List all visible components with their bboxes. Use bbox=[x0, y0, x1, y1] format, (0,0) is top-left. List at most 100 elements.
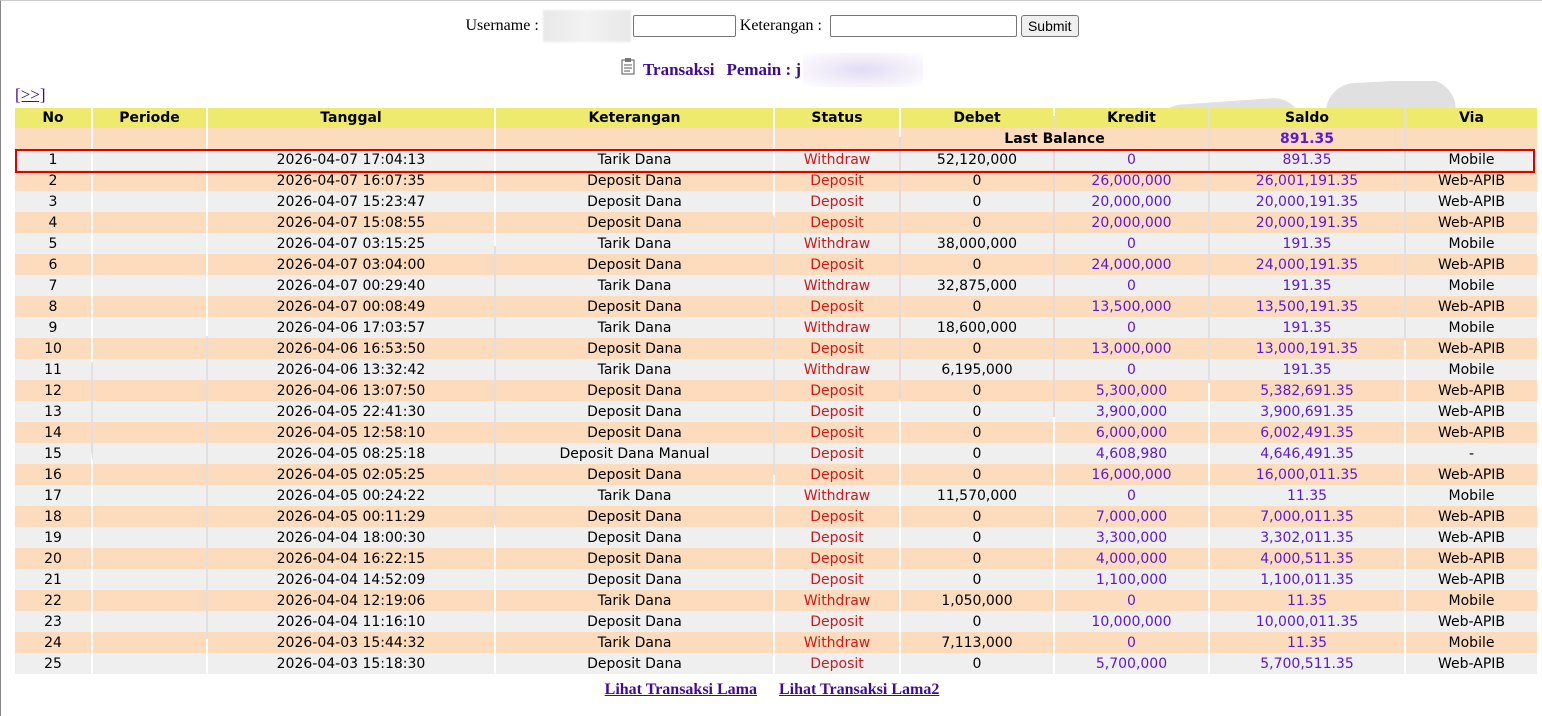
cell-kredit: 26,000,000 bbox=[1055, 170, 1208, 191]
table-row: 13 2026-04-05 22:41:30 Deposit Dana Deposit… bbox=[15, 401, 1537, 422]
cell-saldo: 891.35 bbox=[1210, 149, 1404, 170]
clipboard-icon bbox=[621, 58, 635, 75]
table-row: 2 2026-04-07 16:07:35 Deposit Dana Deposit 0… bbox=[15, 170, 1537, 191]
cell-periode bbox=[93, 506, 206, 527]
keterangan-input[interactable] bbox=[829, 15, 1017, 37]
cell-tanggal: 2026-04-05 12:58:10 bbox=[208, 422, 494, 443]
cell-tanggal: 2026-04-07 03:15:25 bbox=[208, 233, 494, 254]
cell-status: Deposit bbox=[775, 611, 899, 632]
cell-kredit: 13,500,000 bbox=[1055, 296, 1208, 317]
cell-kredit: 7,000,000 bbox=[1055, 506, 1208, 527]
cell-no: 20 bbox=[15, 548, 91, 569]
cell-saldo: 3,302,011.35 bbox=[1210, 527, 1404, 548]
table-row: 11 2026-04-06 13:32:42 Tarik Dana Withdraw 6… bbox=[15, 359, 1537, 380]
cell-status: Deposit bbox=[775, 569, 899, 590]
cell-keterangan: Deposit Dana bbox=[496, 527, 773, 548]
table-row: 10 2026-04-06 16:53:50 Deposit Dana Deposit… bbox=[15, 338, 1537, 359]
cell-via: Web-APIB bbox=[1406, 548, 1537, 569]
cell-status: Withdraw bbox=[775, 485, 899, 506]
cell-status: Deposit bbox=[775, 653, 899, 674]
cell-periode bbox=[93, 443, 206, 464]
cell-saldo: 13,500,191.35 bbox=[1210, 296, 1404, 317]
cell-kredit: 20,000,000 bbox=[1055, 191, 1208, 212]
cell-status: Deposit bbox=[775, 401, 899, 422]
cell-kredit: 3,300,000 bbox=[1055, 527, 1208, 548]
cell-keterangan: Deposit Dana bbox=[496, 653, 773, 674]
cell-via: Web-APIB bbox=[1406, 611, 1537, 632]
last-balance-label: Last Balance bbox=[901, 128, 1208, 149]
cell-keterangan: Tarik Dana bbox=[496, 485, 773, 506]
cell-saldo: 11.35 bbox=[1210, 485, 1404, 506]
cell-saldo: 191.35 bbox=[1210, 233, 1404, 254]
cell-keterangan: Deposit Dana bbox=[496, 506, 773, 527]
old-transactions-link[interactable]: Lihat Transaksi Lama bbox=[605, 681, 757, 699]
cell-via: Web-APIB bbox=[1406, 254, 1537, 275]
cell-via: Mobile bbox=[1406, 359, 1537, 380]
cell-status: Deposit bbox=[775, 380, 899, 401]
cell-saldo: 11.35 bbox=[1210, 590, 1404, 611]
cell-debet: 6,195,000 bbox=[901, 359, 1053, 380]
cell-saldo: 11.35 bbox=[1210, 632, 1404, 653]
cell-tanggal: 2026-04-07 03:04:00 bbox=[208, 254, 494, 275]
cell-periode bbox=[93, 569, 206, 590]
table-row: 24 2026-04-03 15:44:32 Tarik Dana Withdraw 7… bbox=[15, 632, 1537, 653]
next-page-link[interactable]: [>>] bbox=[15, 85, 46, 105]
cell-periode bbox=[93, 527, 206, 548]
cell-kredit: 0 bbox=[1055, 632, 1208, 653]
last-balance-value: 891.35 bbox=[1210, 128, 1404, 149]
cell-saldo: 5,382,691.35 bbox=[1210, 380, 1404, 401]
table-row: 4 2026-04-07 15:08:55 Deposit Dana Deposit 0… bbox=[15, 212, 1537, 233]
cell-debet: 11,570,000 bbox=[901, 485, 1053, 506]
cell-kredit: 0 bbox=[1055, 317, 1208, 338]
cell-via: Web-APIB bbox=[1406, 653, 1537, 674]
cell-debet: 0 bbox=[901, 548, 1053, 569]
username-label: Username : bbox=[465, 17, 539, 34]
cell-via: Web-APIB bbox=[1406, 338, 1537, 359]
cell-saldo: 191.35 bbox=[1210, 317, 1404, 338]
transactions-table: No Periode Tanggal Keterangan Status Deb… bbox=[13, 108, 1539, 674]
cell-debet: 0 bbox=[901, 653, 1053, 674]
table-row: 9 2026-04-06 17:03:57 Tarik Dana Withdraw 18… bbox=[15, 317, 1537, 338]
cell-no: 24 bbox=[15, 632, 91, 653]
cell-no: 4 bbox=[15, 212, 91, 233]
cell-saldo: 5,700,511.35 bbox=[1210, 653, 1404, 674]
cell-tanggal: 2026-04-06 13:07:50 bbox=[208, 380, 494, 401]
col-saldo: Saldo bbox=[1210, 108, 1404, 128]
cell-no: 19 bbox=[15, 527, 91, 548]
cell-no: 12 bbox=[15, 380, 91, 401]
cell-saldo: 20,000,191.35 bbox=[1210, 212, 1404, 233]
table-row: 23 2026-04-04 11:16:10 Deposit Dana Deposit… bbox=[15, 611, 1537, 632]
cell-saldo: 26,001,191.35 bbox=[1210, 170, 1404, 191]
old-transactions-link-2[interactable]: Lihat Transaksi Lama2 bbox=[779, 681, 939, 699]
submit-button[interactable]: Submit bbox=[1020, 15, 1079, 37]
col-no: No bbox=[15, 108, 91, 128]
cell-debet: 0 bbox=[901, 212, 1053, 233]
table-row: 15 2026-04-05 08:25:18 Deposit Dana Manual… bbox=[15, 443, 1537, 464]
cell-no: 13 bbox=[15, 401, 91, 422]
cell-periode bbox=[93, 212, 206, 233]
cell-keterangan: Deposit Dana bbox=[496, 401, 773, 422]
cell-kredit: 24,000,000 bbox=[1055, 254, 1208, 275]
cell-no: 9 bbox=[15, 317, 91, 338]
cell-via: Web-APIB bbox=[1406, 422, 1537, 443]
cell-tanggal: 2026-04-06 16:53:50 bbox=[208, 338, 494, 359]
cell-no: 10 bbox=[15, 338, 91, 359]
cell-debet: 0 bbox=[901, 401, 1053, 422]
cell-keterangan: Tarik Dana bbox=[496, 317, 773, 338]
cell-debet: 0 bbox=[901, 191, 1053, 212]
table-row: 16 2026-04-05 02:05:25 Deposit Dana Deposit… bbox=[15, 464, 1537, 485]
cell-kredit: 10,000,000 bbox=[1055, 611, 1208, 632]
username-input[interactable] bbox=[632, 15, 736, 37]
cell-tanggal: 2026-04-07 16:07:35 bbox=[208, 170, 494, 191]
cell-status: Withdraw bbox=[775, 632, 899, 653]
cell-periode bbox=[93, 380, 206, 401]
cell-debet: 0 bbox=[901, 422, 1053, 443]
cell-saldo: 16,000,011.35 bbox=[1210, 464, 1404, 485]
cell-no: 1 bbox=[15, 149, 91, 170]
cell-via: Mobile bbox=[1406, 233, 1537, 254]
table-row: 17 2026-04-05 00:24:22 Tarik Dana Withdraw 1… bbox=[15, 485, 1537, 506]
cell-via: Web-APIB bbox=[1406, 191, 1537, 212]
player-label: Pemain : j bbox=[726, 60, 802, 79]
cell-no: 18 bbox=[15, 506, 91, 527]
cell-via: - bbox=[1406, 443, 1537, 464]
